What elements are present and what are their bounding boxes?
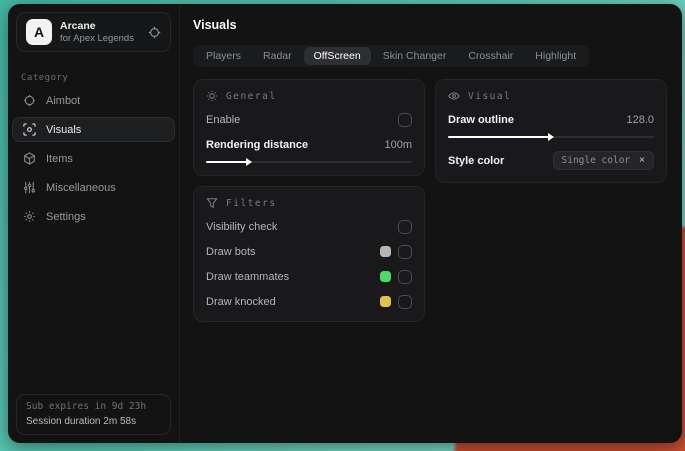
draw-bots-color-swatch[interactable] [380, 246, 391, 257]
panel-title: Filters [226, 197, 277, 209]
style-color-label: Style color [448, 154, 505, 167]
rendering-distance-slider[interactable] [206, 158, 412, 166]
draw-outline-label: Draw outline [448, 113, 515, 126]
session-duration-text: Session duration 2m 58s [26, 416, 137, 427]
app-window: A Arcane for Apex Legends Category Aimbo… [8, 4, 682, 443]
draw-knocked-label: Draw knocked [206, 295, 276, 308]
draw-knocked-color-swatch[interactable] [380, 296, 391, 307]
sidebar-item-label: Visuals [46, 123, 82, 136]
enable-label: Enable [206, 113, 241, 126]
style-color-select[interactable]: Single color × [552, 151, 654, 170]
sidebar-item-visuals[interactable]: Visuals [12, 117, 175, 142]
sidebar: A Arcane for Apex Legends Category Aimbo… [8, 4, 180, 443]
slider-fill [448, 133, 554, 141]
sidebar-item-aimbot[interactable]: Aimbot [12, 88, 175, 113]
visibility-check-label: Visibility check [206, 220, 278, 233]
tab-radar[interactable]: Radar [253, 47, 302, 65]
app-logo: A [26, 19, 52, 45]
funnel-icon [206, 197, 218, 209]
panel-title: Visual [468, 90, 512, 102]
sidebar-item-label: Miscellaneous [46, 181, 116, 194]
tab-skin-changer[interactable]: Skin Changer [373, 47, 457, 65]
target-icon[interactable] [148, 26, 161, 39]
crosshair-icon [23, 94, 36, 107]
sun-icon [206, 90, 218, 102]
draw-knocked-checkbox[interactable] [398, 294, 412, 309]
general-panel: General Enable Rendering distance 100m [193, 79, 425, 176]
sliders-icon [23, 181, 36, 194]
box-icon [23, 152, 36, 165]
draw-bots-label: Draw bots [206, 245, 256, 258]
slider-fill [206, 158, 253, 166]
app-subtitle: for Apex Legends [60, 32, 134, 44]
page-title: Visuals [193, 18, 237, 32]
sidebar-item-miscellaneous[interactable]: Miscellaneous [12, 175, 175, 200]
draw-bots-checkbox[interactable] [398, 244, 412, 259]
sidebar-item-settings[interactable]: Settings [12, 204, 175, 229]
eye-scan-icon [23, 123, 36, 136]
category-label: Category [21, 73, 69, 83]
tab-crosshair[interactable]: Crosshair [458, 47, 523, 65]
enable-checkbox[interactable] [398, 112, 412, 127]
filters-panel: Filters Visibility check Draw bots Draw … [193, 186, 425, 322]
sub-expires-text: Sub expires in 9d 23h [26, 400, 147, 412]
main-content: Visuals Players Radar OffScreen Skin Cha… [180, 4, 682, 443]
clear-icon[interactable]: × [639, 155, 645, 166]
tab-bar: Players Radar OffScreen Skin Changer Cro… [193, 45, 590, 67]
draw-teammates-color-swatch[interactable] [380, 271, 391, 282]
draw-outline-slider[interactable] [448, 133, 654, 141]
sidebar-nav: Aimbot Visuals Items Miscellaneous Setti… [8, 88, 179, 229]
sidebar-item-label: Aimbot [46, 94, 81, 107]
draw-teammates-label: Draw teammates [206, 270, 290, 283]
gear-icon [23, 210, 36, 223]
visual-panel: Visual Draw outline 128.0 Style color Si… [435, 79, 667, 183]
rendering-distance-label: Rendering distance [206, 138, 309, 151]
tab-highlight[interactable]: Highlight [525, 47, 586, 65]
style-color-value: Single color [561, 155, 631, 166]
visibility-check-checkbox[interactable] [398, 219, 412, 234]
tab-players[interactable]: Players [196, 47, 251, 65]
brand-card: A Arcane for Apex Legends [16, 12, 171, 52]
subscription-info-card: Sub expires in 9d 23h Session duration 2… [16, 393, 171, 435]
sidebar-item-items[interactable]: Items [12, 146, 175, 171]
app-name: Arcane [60, 19, 96, 32]
sidebar-item-label: Settings [46, 210, 86, 223]
draw-teammates-checkbox[interactable] [398, 269, 412, 284]
rendering-distance-value: 100m [384, 138, 412, 151]
panel-title: General [226, 90, 277, 102]
eye-icon [448, 90, 460, 102]
sidebar-item-label: Items [46, 152, 73, 165]
tab-offscreen[interactable]: OffScreen [303, 47, 371, 65]
draw-outline-value: 128.0 [626, 113, 654, 126]
